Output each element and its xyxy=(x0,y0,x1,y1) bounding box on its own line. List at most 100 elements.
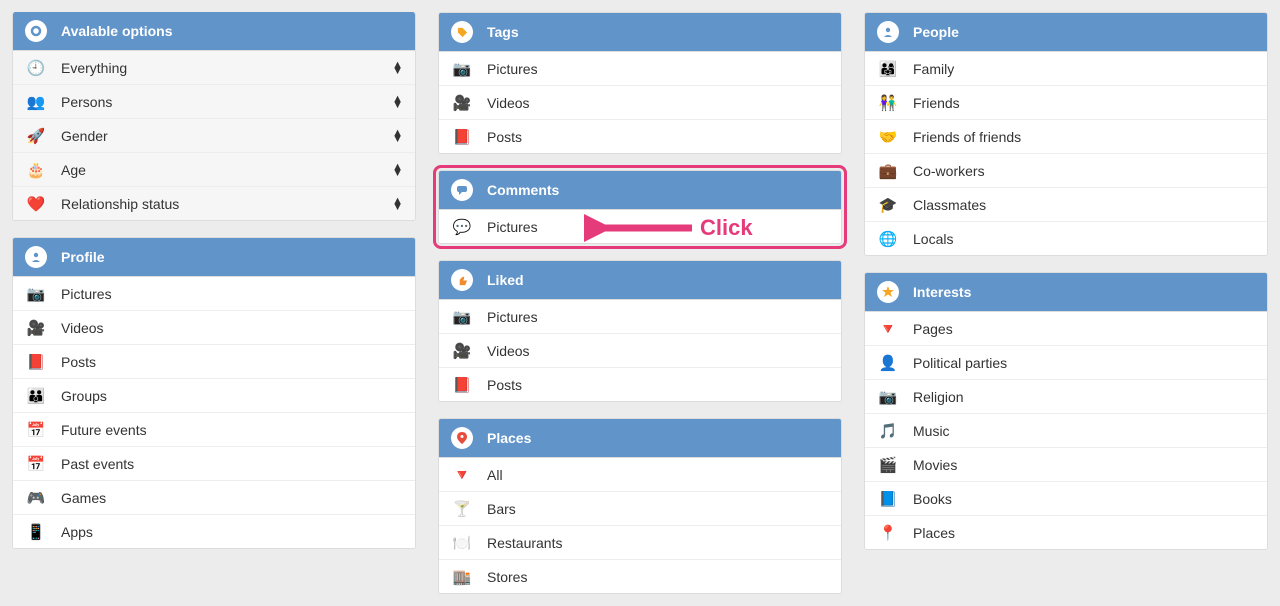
interests-religion-icon: 📷 xyxy=(877,388,899,406)
profile-groups-icon: 👪 xyxy=(25,387,47,405)
option-age[interactable]: 🎂 Age▲▼ xyxy=(13,152,415,186)
sort-icon[interactable]: ▲▼ xyxy=(392,198,403,210)
liked-videos[interactable]: 🎥Videos xyxy=(439,333,841,367)
interests-movies-icon: 🎬 xyxy=(877,456,899,474)
interests-books-icon: 📘 xyxy=(877,490,899,508)
interests-books[interactable]: 📘Books xyxy=(865,481,1267,515)
option-persons[interactable]: 👥 Persons▲▼ xyxy=(13,84,415,118)
liked-posts-icon: 📕 xyxy=(451,376,473,394)
profile-posts[interactable]: 📕Posts xyxy=(13,344,415,378)
places-restaurants[interactable]: 🍽️Restaurants xyxy=(439,525,841,559)
tags-videos[interactable]: 🎥Videos xyxy=(439,85,841,119)
person-icon xyxy=(25,246,47,268)
interests-political-label: Political parties xyxy=(913,355,1255,371)
people-family-label: Family xyxy=(913,61,1255,77)
profile-future-events-label: Future events xyxy=(61,422,403,438)
interests-pages[interactable]: 🔻Pages xyxy=(865,311,1267,345)
person-icon xyxy=(877,21,899,43)
sort-icon[interactable]: ▲▼ xyxy=(392,62,403,74)
header-title: Profile xyxy=(61,249,105,265)
liked-posts[interactable]: 📕Posts xyxy=(439,367,841,401)
comments-pictures[interactable]: 💬Pictures xyxy=(439,209,841,243)
like-icon xyxy=(451,269,473,291)
interests-political-icon: 👤 xyxy=(877,354,899,372)
option-gender-icon: 🚀 xyxy=(25,127,47,145)
option-age-icon: 🎂 xyxy=(25,161,47,179)
option-everything[interactable]: 🕘 Everything▲▼ xyxy=(13,50,415,84)
liked-pictures-label: Pictures xyxy=(487,309,829,325)
profile-pictures[interactable]: 📷Pictures xyxy=(13,276,415,310)
people-fof[interactable]: 🤝Friends of friends xyxy=(865,119,1267,153)
profile-videos[interactable]: 🎥Videos xyxy=(13,310,415,344)
panel-available-options: Avalable options 🕘Everything▲▼👥Persons▲▼… xyxy=(12,12,416,221)
tags-posts-label: Posts xyxy=(487,129,829,145)
people-friends[interactable]: 👫Friends xyxy=(865,85,1267,119)
people-coworkers-icon: 💼 xyxy=(877,162,899,180)
profile-groups[interactable]: 👪 Groups xyxy=(13,378,415,412)
interests-music[interactable]: 🎵Music xyxy=(865,413,1267,447)
header-title: Comments xyxy=(487,182,559,198)
star-icon xyxy=(877,281,899,303)
places-bars[interactable]: 🍸Bars xyxy=(439,491,841,525)
profile-groups-label: Groups xyxy=(61,388,403,404)
header-liked: Liked xyxy=(439,261,841,299)
tags-pictures[interactable]: 📷Pictures xyxy=(439,51,841,85)
option-relationship-label: Relationship status xyxy=(61,196,392,212)
people-family[interactable]: 👨‍👩‍👧Family xyxy=(865,51,1267,85)
interests-political[interactable]: 👤 Political parties xyxy=(865,345,1267,379)
panel-comments: Comments 💬Pictures Click xyxy=(438,170,842,244)
people-classmates[interactable]: 🎓 Classmates xyxy=(865,187,1267,221)
tags-posts[interactable]: 📕Posts xyxy=(439,119,841,153)
places-all-icon: 🔻 xyxy=(451,466,473,484)
option-gender-label: Gender xyxy=(61,128,392,144)
places-stores[interactable]: 🏬Stores xyxy=(439,559,841,593)
option-gender[interactable]: 🚀 Gender▲▼ xyxy=(13,118,415,152)
interests-places[interactable]: 📍Places xyxy=(865,515,1267,549)
option-everything-label: Everything xyxy=(61,60,392,76)
interests-religion-label: Religion xyxy=(913,389,1255,405)
header-profile: Profile xyxy=(13,238,415,276)
interests-movies-label: Movies xyxy=(913,457,1255,473)
option-relationship[interactable]: ❤️Relationship status▲▼ xyxy=(13,186,415,220)
people-coworkers[interactable]: 💼Co-workers xyxy=(865,153,1267,187)
header-comments: Comments xyxy=(439,171,841,209)
profile-future-events-icon: 📅 xyxy=(25,421,47,439)
liked-rows: 📷Pictures🎥Videos📕Posts xyxy=(439,299,841,401)
people-locals-icon: 🌐 xyxy=(877,230,899,248)
interests-pages-label: Pages xyxy=(913,321,1255,337)
places-stores-label: Stores xyxy=(487,569,829,585)
places-bars-icon: 🍸 xyxy=(451,500,473,518)
profile-apps[interactable]: 📱Apps xyxy=(13,514,415,548)
profile-future-events[interactable]: 📅 Future events xyxy=(13,412,415,446)
interests-movies[interactable]: 🎬 Movies xyxy=(865,447,1267,481)
sort-icon[interactable]: ▲▼ xyxy=(392,164,403,176)
header-people: People xyxy=(865,13,1267,51)
people-rows: 👨‍👩‍👧Family👫Friends🤝Friends of friends💼C… xyxy=(865,51,1267,255)
profile-past-events[interactable]: 📅Past events xyxy=(13,446,415,480)
options-rows: 🕘Everything▲▼👥Persons▲▼🚀Gender▲▼🎂Age▲▼❤️… xyxy=(13,50,415,220)
people-locals[interactable]: 🌐Locals xyxy=(865,221,1267,255)
tags-videos-label: Videos xyxy=(487,95,829,111)
option-age-label: Age xyxy=(61,162,392,178)
places-all-label: All xyxy=(487,467,829,483)
profile-rows: 📷Pictures🎥Videos📕Posts 👪 Groups 📅 Future eve… xyxy=(13,276,415,548)
people-classmates-icon: 🎓 xyxy=(877,196,899,214)
option-everything-icon: 🕘 xyxy=(25,59,47,77)
comments-pictures-label: Pictures xyxy=(487,219,829,235)
profile-games[interactable]: 🎮Games xyxy=(13,480,415,514)
option-persons-icon: 👥 xyxy=(25,93,47,111)
pin-icon xyxy=(451,427,473,449)
header-title: Places xyxy=(487,430,531,446)
profile-videos-icon: 🎥 xyxy=(25,319,47,337)
option-persons-label: Persons xyxy=(61,94,392,110)
sort-icon[interactable]: ▲▼ xyxy=(392,130,403,142)
header-title: People xyxy=(913,24,959,40)
comments-rows: 💬Pictures xyxy=(439,209,841,243)
interests-places-label: Places xyxy=(913,525,1255,541)
places-all[interactable]: 🔻 All xyxy=(439,457,841,491)
liked-pictures[interactable]: 📷Pictures xyxy=(439,299,841,333)
places-restaurants-label: Restaurants xyxy=(487,535,829,551)
sort-icon[interactable]: ▲▼ xyxy=(392,96,403,108)
people-classmates-label: Classmates xyxy=(913,197,1255,213)
interests-religion[interactable]: 📷 Religion xyxy=(865,379,1267,413)
